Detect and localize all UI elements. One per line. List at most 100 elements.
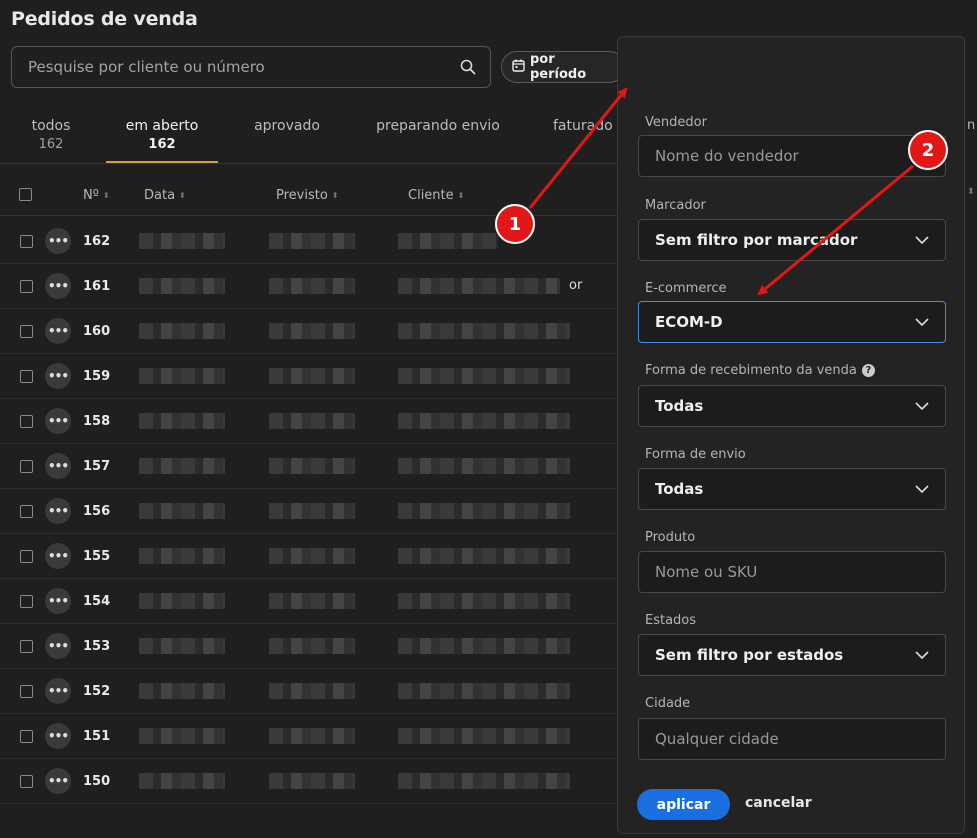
tab-todos[interactable]: todos 162 — [26, 118, 76, 152]
estados-select[interactable]: Sem filtro por estados — [638, 634, 946, 676]
table-row[interactable]: ••• 154 — [0, 579, 620, 624]
row-actions-button[interactable]: ••• — [45, 453, 71, 479]
row-actions-button[interactable]: ••• — [45, 363, 71, 389]
tab-preparando-envio[interactable]: preparando envio — [370, 118, 506, 134]
order-number: 160 — [83, 324, 111, 339]
table-row[interactable]: ••• 152 — [0, 669, 620, 714]
row-actions-button[interactable]: ••• — [45, 318, 71, 344]
row-actions-button[interactable]: ••• — [45, 408, 71, 434]
ecommerce-select[interactable]: ECOM-D — [638, 301, 946, 343]
customer-redacted — [398, 323, 570, 339]
chevron-down-icon — [915, 646, 929, 664]
order-number: 157 — [83, 459, 111, 474]
expected-date-redacted — [269, 233, 355, 249]
expected-date-redacted — [269, 638, 355, 654]
table-row[interactable]: ••• 155 — [0, 534, 620, 579]
tab-count: 162 — [148, 137, 176, 152]
row-checkbox[interactable] — [20, 640, 33, 653]
tab-label: em aberto — [125, 118, 199, 134]
tab-label: aprovado — [254, 118, 320, 134]
row-checkbox[interactable] — [20, 685, 33, 698]
forma-recebimento-label: Forma de recebimento da venda? — [645, 363, 875, 378]
expected-date-redacted — [269, 683, 355, 699]
apply-button[interactable]: aplicar — [637, 789, 730, 820]
tab-em-aberto[interactable]: em aberto 162 — [112, 118, 212, 152]
forma-envio-label: Forma de envio — [645, 447, 746, 462]
row-actions-button[interactable]: ••• — [45, 723, 71, 749]
row-checkbox[interactable] — [20, 415, 33, 428]
column-header-data[interactable]: Data ⬍ — [144, 188, 186, 203]
row-checkbox[interactable] — [20, 280, 33, 293]
expected-date-redacted — [269, 773, 355, 789]
marcador-select[interactable]: Sem filtro por marcador — [638, 219, 946, 261]
column-header-previsto[interactable]: Previsto ⬍ — [276, 188, 339, 203]
search-input[interactable] — [12, 58, 446, 76]
table-row[interactable]: ••• 159 — [0, 354, 620, 399]
help-icon[interactable]: ? — [861, 364, 875, 377]
date-redacted — [139, 728, 225, 744]
tab-aprovado[interactable]: aprovado — [247, 118, 327, 134]
date-redacted — [139, 683, 225, 699]
table-row[interactable]: ••• 156 — [0, 489, 620, 534]
row-actions-button[interactable]: ••• — [45, 543, 71, 569]
row-actions-button[interactable]: ••• — [45, 273, 71, 299]
period-filter-label: por período — [530, 52, 587, 82]
expected-date-redacted — [269, 728, 355, 744]
tab-count: 162 — [38, 137, 64, 152]
row-checkbox[interactable] — [20, 775, 33, 788]
tab-fragment: n — [967, 118, 976, 133]
row-actions-button[interactable]: ••• — [45, 228, 71, 254]
row-actions-button[interactable]: ••• — [45, 633, 71, 659]
date-redacted — [139, 773, 225, 789]
order-number: 150 — [83, 774, 111, 789]
row-checkbox[interactable] — [20, 595, 33, 608]
search-box[interactable] — [11, 46, 491, 88]
estados-label: Estados — [645, 613, 697, 628]
row-checkbox[interactable] — [20, 235, 33, 248]
row-actions-button[interactable]: ••• — [45, 678, 71, 704]
cidade-input[interactable]: Qualquer cidade — [638, 718, 946, 760]
tab-faturado[interactable]: faturado — [553, 118, 617, 134]
column-header-cliente[interactable]: Cliente ⬍ — [408, 188, 464, 203]
table-row[interactable]: ••• 158 — [0, 399, 620, 444]
row-actions-button[interactable]: ••• — [45, 498, 71, 524]
order-number: 153 — [83, 639, 111, 654]
table-row[interactable]: ••• 161 or — [0, 264, 620, 309]
row-checkbox[interactable] — [20, 550, 33, 563]
cancel-button[interactable]: cancelar — [745, 795, 812, 811]
row-actions-button[interactable]: ••• — [45, 588, 71, 614]
date-redacted — [139, 503, 225, 519]
row-checkbox[interactable] — [20, 730, 33, 743]
table-row[interactable]: ••• 150 — [0, 759, 620, 804]
table-row[interactable]: ••• 160 — [0, 309, 620, 354]
sort-icon: ⬍ — [967, 187, 975, 197]
order-number: 162 — [83, 234, 111, 249]
annotation-badge-2: 2 — [908, 130, 948, 170]
date-redacted — [139, 548, 225, 564]
date-redacted — [139, 593, 225, 609]
customer-redacted — [398, 458, 570, 474]
row-checkbox[interactable] — [20, 325, 33, 338]
select-all-checkbox[interactable] — [19, 188, 32, 201]
row-checkbox[interactable] — [20, 460, 33, 473]
column-header-numero[interactable]: Nº ⬍ — [83, 188, 110, 203]
active-tab-indicator — [106, 161, 218, 163]
customer-redacted — [398, 593, 570, 609]
table-row[interactable]: ••• 157 — [0, 444, 620, 489]
forma-envio-select[interactable]: Todas — [638, 468, 946, 510]
table-row[interactable]: ••• 153 — [0, 624, 620, 669]
forma-recebimento-select[interactable]: Todas — [638, 385, 946, 427]
customer-redacted — [398, 548, 570, 564]
row-checkbox[interactable] — [20, 505, 33, 518]
row-actions-button[interactable]: ••• — [45, 768, 71, 794]
produto-input[interactable]: Nome ou SKU — [638, 551, 946, 593]
customer-redacted — [398, 773, 570, 789]
customer-redacted — [398, 503, 570, 519]
period-filter-button[interactable]: por período — [501, 51, 625, 83]
search-icon[interactable] — [446, 59, 490, 75]
vendedor-input[interactable]: Nome do vendedor — [638, 135, 946, 177]
table-row[interactable]: ••• 151 — [0, 714, 620, 759]
chevron-down-icon — [915, 313, 929, 331]
sort-icon: ⬍ — [179, 190, 186, 200]
row-checkbox[interactable] — [20, 370, 33, 383]
